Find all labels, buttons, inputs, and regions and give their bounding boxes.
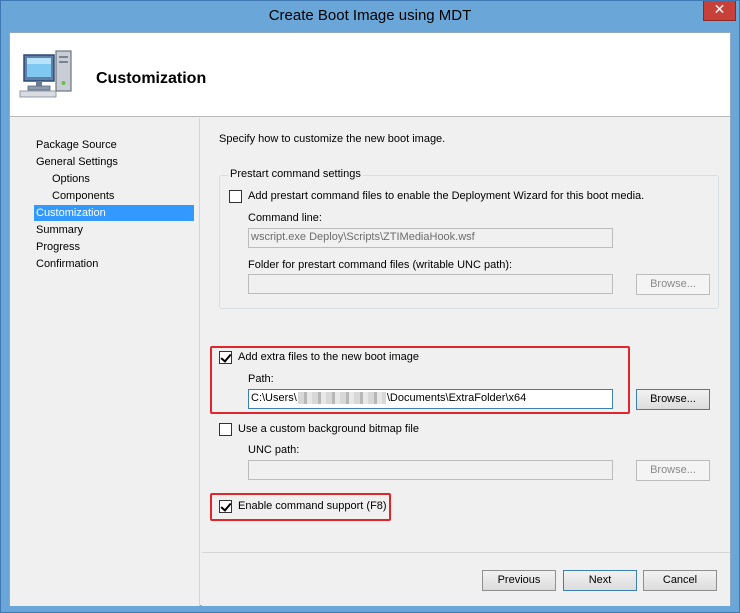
prestart-folder-label: Folder for prestart command files (writa… <box>248 259 513 271</box>
nav-item-summary[interactable]: Summary <box>34 222 194 238</box>
extra-files-browse-button[interactable]: Browse... <box>636 389 710 410</box>
previous-button[interactable]: Previous <box>482 570 556 591</box>
customization-panel: Specify how to customize the new boot im… <box>202 118 730 552</box>
prestart-checkbox[interactable] <box>229 190 242 203</box>
background-browse-button[interactable]: Browse... <box>636 460 710 481</box>
background-bitmap-checkbox[interactable] <box>219 423 232 436</box>
command-line-label: Command line: <box>248 212 322 224</box>
extra-files-checkbox-label[interactable]: Add extra files to the new boot image <box>238 351 419 363</box>
command-support-checkbox-label[interactable]: Enable command support (F8) <box>238 500 387 512</box>
computer-icon <box>19 50 72 98</box>
nav-item-confirmation[interactable]: Confirmation <box>34 256 194 272</box>
page-title: Customization <box>96 70 207 87</box>
redacted-username <box>297 392 386 405</box>
dialog-window: Create Boot Image using MDT ✕ Customizat… <box>0 0 740 613</box>
prestart-checkbox-label[interactable]: Add prestart command files to enable the… <box>248 190 644 202</box>
prestart-folder-field[interactable] <box>248 274 613 294</box>
path-suffix: \Documents\ExtraFolder\x64 <box>386 392 527 404</box>
title-bar[interactable]: Create Boot Image using MDT ✕ <box>1 1 739 33</box>
prestart-group-label: Prestart command settings <box>228 168 363 180</box>
next-button[interactable]: Next <box>563 570 637 591</box>
nav-item-package-source[interactable]: Package Source <box>34 137 194 153</box>
path-prefix: C:\Users\ <box>251 392 297 404</box>
window-title: Create Boot Image using MDT <box>268 7 472 24</box>
nav-item-options[interactable]: Options <box>50 171 194 187</box>
dialog-client-area: Customization Package Source General Set… <box>9 32 731 606</box>
instruction-text: Specify how to customize the new boot im… <box>219 133 446 145</box>
wizard-footer: Previous Next Cancel <box>202 553 730 606</box>
extra-files-checkbox[interactable] <box>219 351 232 364</box>
command-support-checkbox[interactable] <box>219 500 232 513</box>
command-line-field[interactable]: wscript.exe Deploy\Scripts\ZTIMediaHook.… <box>248 228 613 248</box>
wizard-header: Customization <box>10 33 730 117</box>
unc-path-label: UNC path: <box>248 444 300 456</box>
cancel-button[interactable]: Cancel <box>643 570 717 591</box>
background-bitmap-checkbox-label[interactable]: Use a custom background bitmap file <box>238 423 419 435</box>
close-button[interactable]: ✕ <box>703 1 736 21</box>
prestart-browse-button[interactable]: Browse... <box>636 274 710 295</box>
nav-item-progress[interactable]: Progress <box>34 239 194 255</box>
unc-path-field[interactable] <box>248 460 613 480</box>
nav-item-customization[interactable]: Customization <box>34 205 194 221</box>
nav-item-general-settings[interactable]: General Settings <box>34 154 194 170</box>
wizard-nav: Package Source General Settings Options … <box>10 118 200 606</box>
extra-files-path-label: Path: <box>248 373 274 385</box>
nav-item-components[interactable]: Components <box>50 188 194 204</box>
extra-files-path-input[interactable]: C:\Users\ \Documents\ExtraFolder\x64 <box>248 389 613 409</box>
